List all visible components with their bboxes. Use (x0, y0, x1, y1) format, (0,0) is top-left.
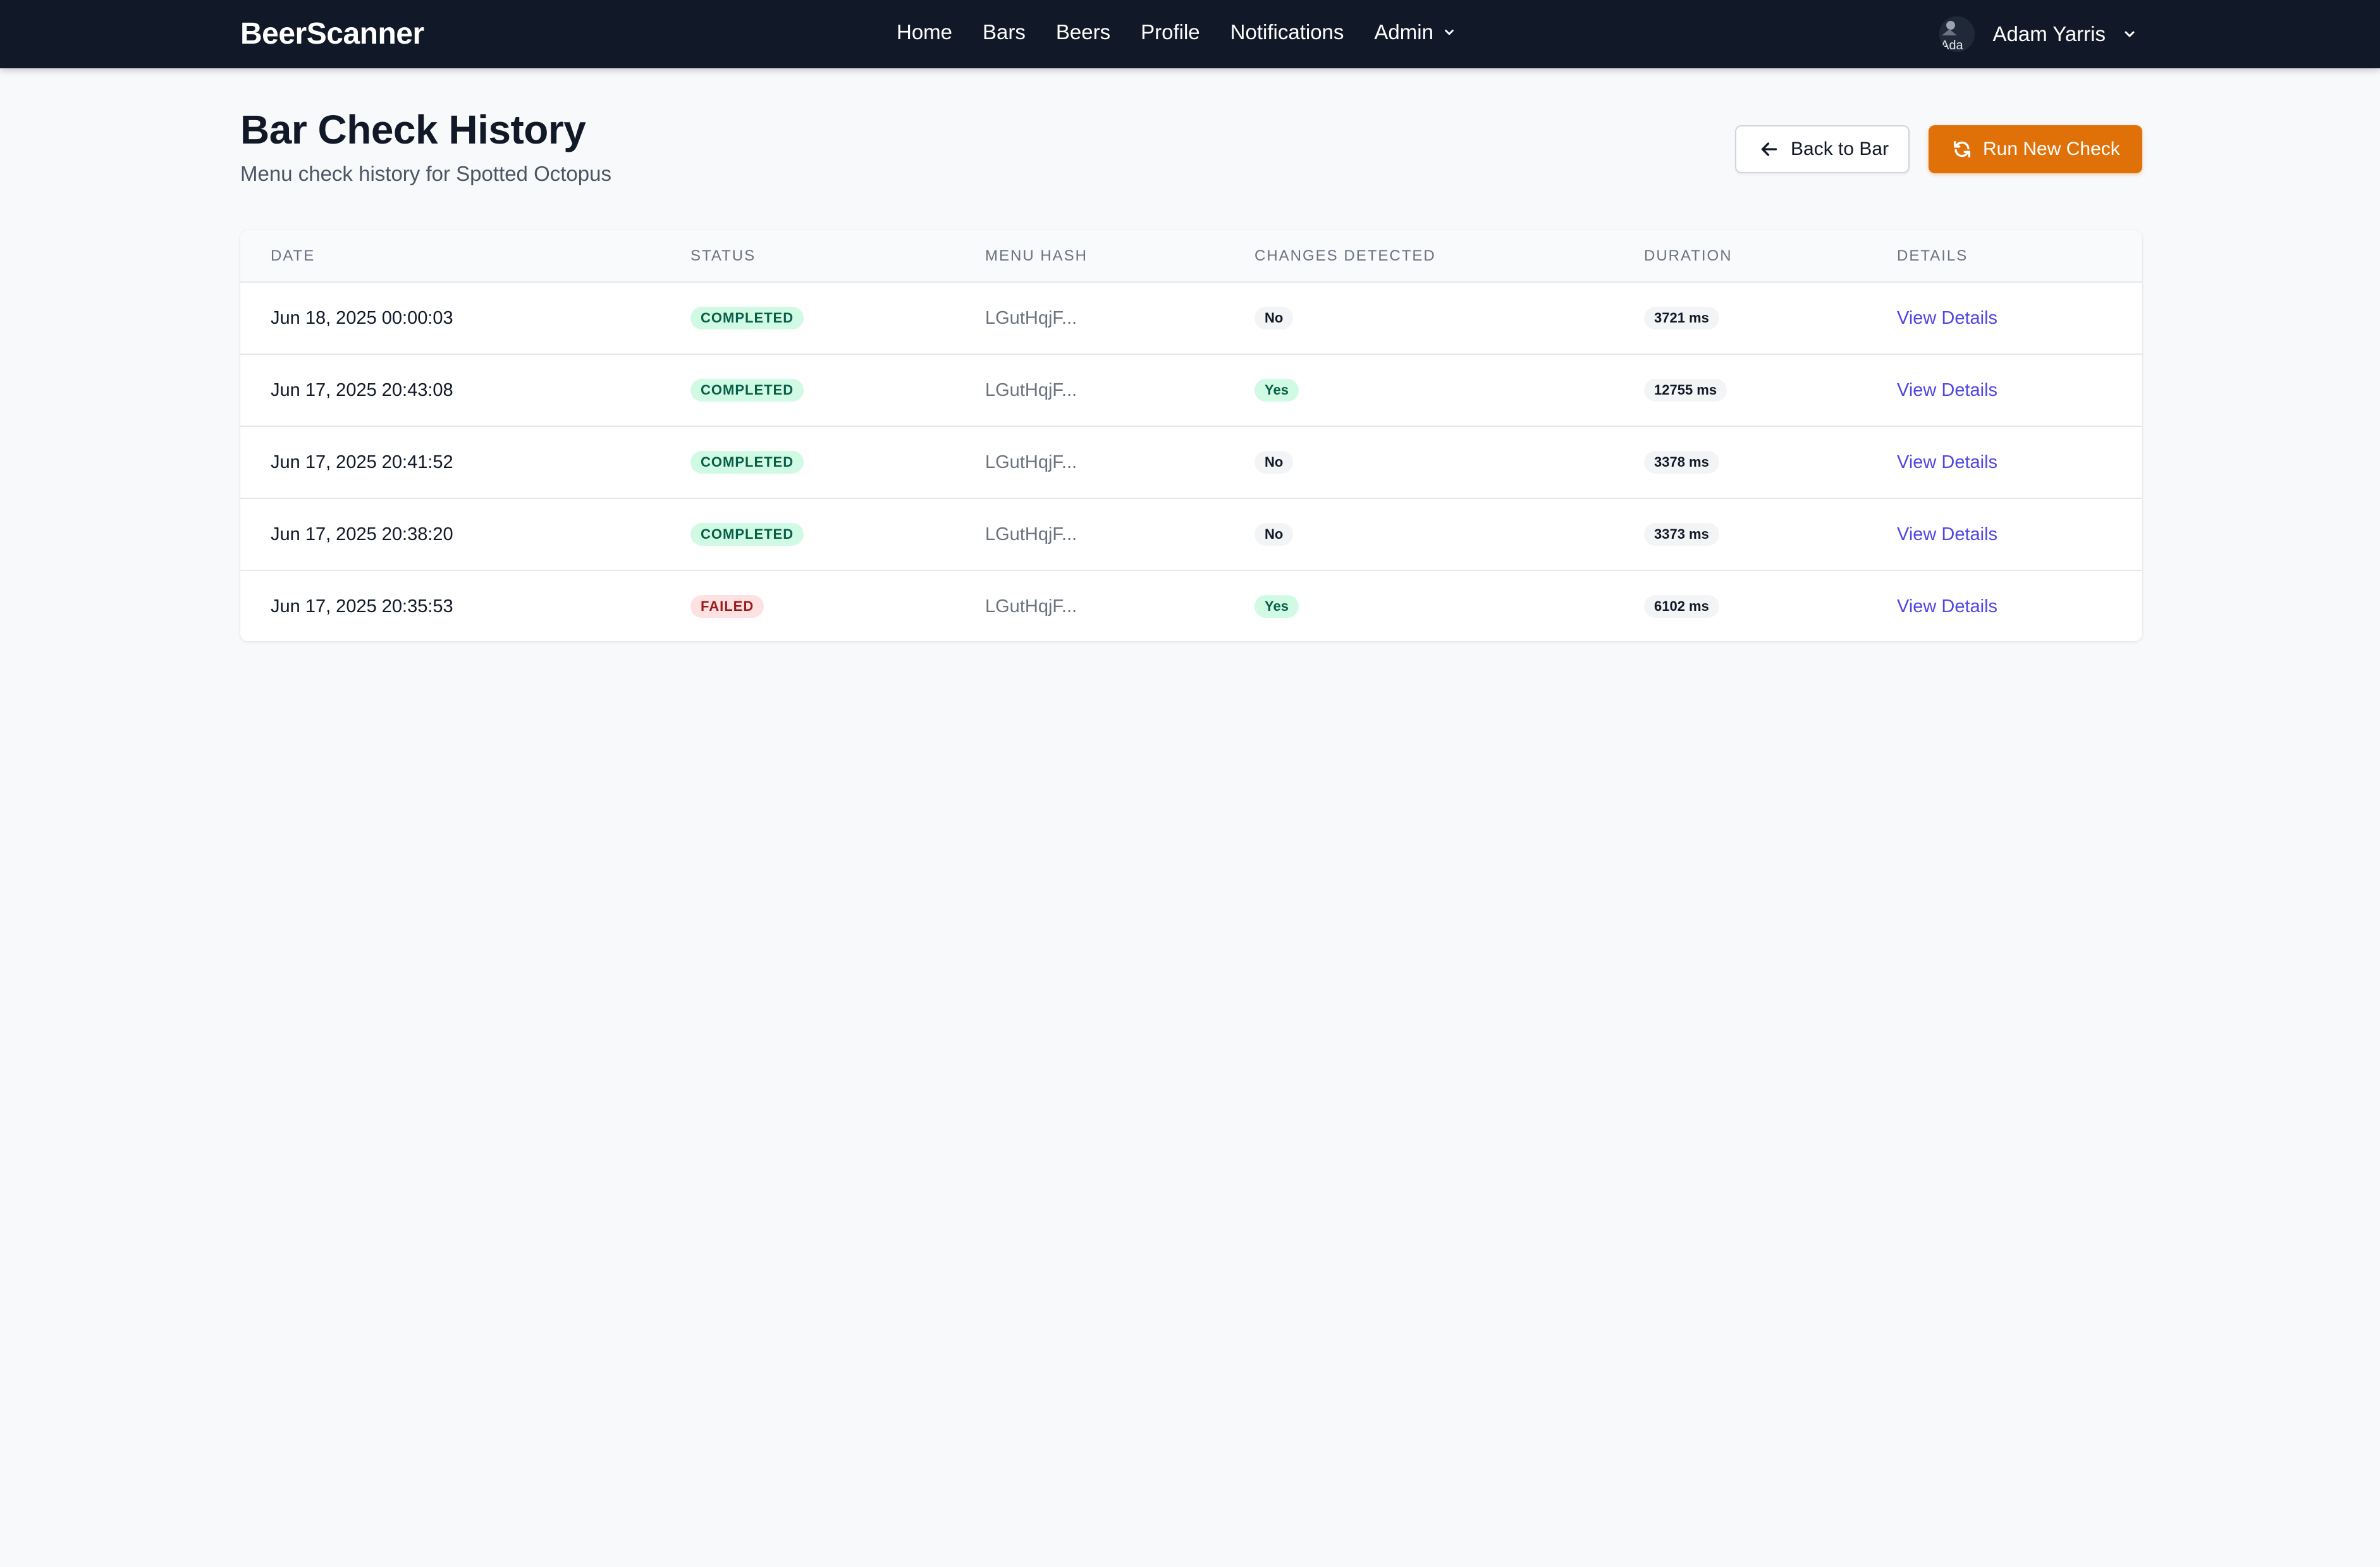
status-badge: COMPLETED (690, 451, 804, 474)
back-to-bar-button[interactable]: Back to Bar (1735, 125, 1910, 173)
broken-image-icon: Ada (1939, 16, 1975, 52)
date-cell: Jun 18, 2025 00:00:03 (240, 282, 690, 355)
user-name: Adam Yarris (1992, 22, 2106, 46)
menu-hash-cell: LGutHqjF... (985, 282, 1254, 355)
column-header-changes-detected[interactable]: Changes Detected (1254, 230, 1644, 283)
brand-logo[interactable]: BeerScanner (240, 16, 424, 51)
nav-link-notifications[interactable]: Notifications (1230, 20, 1344, 44)
column-header-status[interactable]: Status (690, 230, 985, 283)
user-menu[interactable]: Ada Adam Yarris (1939, 13, 2137, 56)
view-details-link[interactable]: View Details (1897, 570, 2142, 641)
view-details-link[interactable]: View Details (1897, 354, 2142, 427)
table-row: Jun 17, 2025 20:38:20 COMPLETED LGutHqjF… (240, 498, 2142, 571)
refresh-icon (1953, 140, 1971, 158)
chevron-down-icon (1445, 29, 1454, 35)
nav-link-home[interactable]: Home (897, 20, 952, 44)
run-new-check-button[interactable]: Run New Check (1929, 125, 2142, 173)
page-subtitle: Menu check history for Spotted Octopus (240, 162, 611, 185)
date-cell: Jun 17, 2025 20:38:20 (240, 498, 690, 571)
duration-badge: 3721 ms (1644, 307, 1719, 329)
nav-link-bars[interactable]: Bars (983, 20, 1026, 44)
changes-badge: No (1254, 451, 1294, 474)
table-row: Jun 17, 2025 20:41:52 COMPLETED LGutHqjF… (240, 426, 2142, 499)
back-to-bar-label: Back to Bar (1791, 138, 1889, 159)
changes-badge: No (1254, 307, 1294, 329)
check-history-table: Date Status Menu Hash Changes Detected D… (240, 230, 2142, 641)
chevron-down-icon (2125, 31, 2135, 37)
changes-badge: No (1254, 523, 1294, 546)
date-cell: Jun 17, 2025 20:41:52 (240, 426, 690, 499)
column-header-details: Details (1897, 230, 2142, 283)
view-details-link[interactable]: View Details (1897, 498, 2142, 571)
duration-badge: 6102 ms (1644, 595, 1719, 618)
table-row: Jun 17, 2025 20:35:53 FAILED LGutHqjF...… (240, 570, 2142, 641)
run-new-check-label: Run New Check (1983, 138, 2120, 159)
menu-hash-cell: LGutHqjF... (985, 426, 1254, 499)
svg-text:Ada: Ada (1941, 39, 1963, 52)
status-badge: COMPLETED (690, 523, 804, 546)
duration-badge: 12755 ms (1644, 379, 1727, 402)
menu-hash-cell: LGutHqjF... (985, 498, 1254, 571)
duration-badge: 3378 ms (1644, 451, 1719, 474)
check-history-card: Date Status Menu Hash Changes Detected D… (240, 230, 2142, 641)
status-badge: FAILED (690, 595, 764, 618)
view-details-link[interactable]: View Details (1897, 282, 2142, 355)
arrow-left-icon (1761, 142, 1777, 156)
status-badge: COMPLETED (690, 379, 804, 402)
date-cell: Jun 17, 2025 20:43:08 (240, 354, 690, 427)
table-row: Jun 18, 2025 00:00:03 COMPLETED LGutHqjF… (240, 282, 2142, 355)
column-header-duration[interactable]: Duration (1644, 230, 1897, 283)
changes-badge: Yes (1254, 379, 1299, 402)
duration-badge: 3373 ms (1644, 523, 1719, 546)
date-cell: Jun 17, 2025 20:35:53 (271, 596, 453, 617)
table-header-row: Date Status Menu Hash Changes Detected D… (240, 230, 2142, 283)
view-details-link[interactable]: View Details (1897, 426, 2142, 499)
nav-link-beers[interactable]: Beers (1056, 20, 1110, 44)
admin-label: Admin (1374, 20, 1433, 44)
nav-links: Home Bars Beers Profile Notifications Ad… (897, 20, 1487, 44)
status-badge: COMPLETED (690, 307, 804, 329)
changes-badge: Yes (1254, 595, 1299, 618)
menu-hash-cell: LGutHqjF... (985, 596, 1077, 617)
menu-hash-cell: LGutHqjF... (985, 354, 1254, 427)
avatar: Ada (1939, 16, 1975, 52)
table-row: Jun 17, 2025 20:43:08 COMPLETED LGutHqjF… (240, 354, 2142, 427)
column-header-date[interactable]: Date (240, 230, 690, 283)
top-navbar: BeerScanner Home Bars Beers Profile Noti… (0, 0, 2380, 68)
nav-link-admin[interactable]: Admin (1374, 20, 1456, 44)
nav-link-profile[interactable]: Profile (1141, 20, 1200, 44)
column-header-menu-hash[interactable]: Menu Hash (985, 230, 1254, 283)
page-title: Bar Check History (240, 107, 586, 152)
